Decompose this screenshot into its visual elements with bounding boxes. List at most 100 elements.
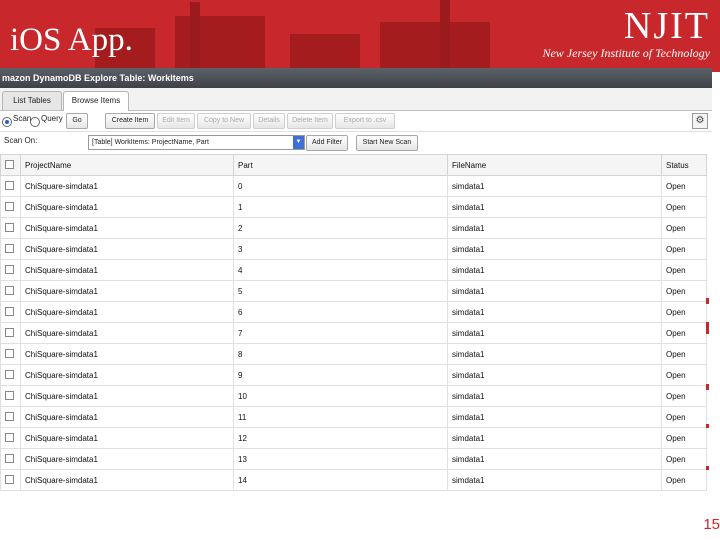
- edge-mark: [706, 322, 709, 334]
- cell-status: Open: [661, 217, 707, 239]
- cell-part: 10: [233, 385, 448, 407]
- scan-radio[interactable]: [2, 117, 12, 127]
- checkbox-icon: [5, 432, 14, 442]
- details-button[interactable]: Details: [253, 113, 285, 129]
- cell-filename: simdata1: [447, 343, 662, 365]
- go-button[interactable]: Go: [66, 113, 88, 129]
- cell-projectname: ChiSquare-simdata1: [20, 217, 234, 239]
- edit-item-button[interactable]: Edit Item: [157, 113, 195, 129]
- cell-projectname: ChiSquare-simdata1: [20, 280, 234, 302]
- row-select-checkbox[interactable]: [0, 217, 21, 239]
- cell-projectname: ChiSquare-simdata1: [20, 322, 234, 344]
- table-row[interactable]: ChiSquare-simdata1 11 simdata1 Open: [0, 406, 707, 428]
- cell-projectname: ChiSquare-simdata1: [20, 343, 234, 365]
- copy-to-new-button[interactable]: Copy to New: [197, 113, 251, 129]
- cell-status: Open: [661, 301, 707, 323]
- cell-filename: simdata1: [447, 427, 662, 449]
- cell-filename: simdata1: [447, 469, 662, 491]
- scan-on-row: Scan On: [Table] WorkItems: ProjectName,…: [0, 132, 712, 154]
- start-new-scan-button[interactable]: Start New Scan: [356, 135, 418, 151]
- create-item-button[interactable]: Create Item: [105, 113, 155, 129]
- checkbox-icon: [5, 159, 14, 169]
- row-select-checkbox[interactable]: [0, 385, 21, 407]
- row-select-checkbox[interactable]: [0, 301, 21, 323]
- checkbox-icon: [5, 390, 14, 400]
- tab-browse-items[interactable]: Browse Items: [63, 91, 129, 111]
- row-select-checkbox[interactable]: [0, 175, 21, 197]
- table-body: ChiSquare-simdata1 0 simdata1 Open ChiSquare…: [0, 175, 707, 491]
- row-select-checkbox[interactable]: [0, 259, 21, 281]
- cell-status: Open: [661, 196, 707, 218]
- cell-status: Open: [661, 469, 707, 491]
- campus-tower: [190, 2, 200, 72]
- campus-building: [175, 16, 265, 72]
- cell-filename: simdata1: [447, 175, 662, 197]
- column-header-status[interactable]: Status: [661, 154, 707, 176]
- cell-part: 14: [233, 469, 448, 491]
- row-select-checkbox[interactable]: [0, 343, 21, 365]
- checkbox-icon: [5, 222, 14, 232]
- table-row[interactable]: ChiSquare-simdata1 12 simdata1 Open: [0, 427, 707, 449]
- cell-filename: simdata1: [447, 238, 662, 260]
- row-select-checkbox[interactable]: [0, 238, 21, 260]
- row-select-checkbox[interactable]: [0, 196, 21, 218]
- table-row[interactable]: ChiSquare-simdata1 1 simdata1 Open: [0, 196, 707, 218]
- row-select-checkbox[interactable]: [0, 322, 21, 344]
- cell-filename: simdata1: [447, 385, 662, 407]
- row-select-checkbox[interactable]: [0, 427, 21, 449]
- scan-on-select[interactable]: [Table] WorkItems: ProjectName, Part ▼: [88, 135, 305, 150]
- cell-filename: simdata1: [447, 280, 662, 302]
- row-select-checkbox[interactable]: [0, 280, 21, 302]
- table-row[interactable]: ChiSquare-simdata1 4 simdata1 Open: [0, 259, 707, 281]
- table-row[interactable]: ChiSquare-simdata1 10 simdata1 Open: [0, 385, 707, 407]
- row-select-checkbox[interactable]: [0, 469, 21, 491]
- dynamodb-explorer: mazon DynamoDB Explore Table: WorkItems …: [0, 68, 712, 493]
- query-radio[interactable]: [30, 117, 40, 127]
- cell-projectname: ChiSquare-simdata1: [20, 301, 234, 323]
- table-row[interactable]: ChiSquare-simdata1 13 simdata1 Open: [0, 448, 707, 470]
- cell-filename: simdata1: [447, 259, 662, 281]
- scan-on-value: [Table] WorkItems: ProjectName, Part: [92, 139, 209, 146]
- items-table: ProjectName Part FileName Status ChiSqua…: [0, 154, 707, 491]
- delete-item-button[interactable]: Delete Item: [287, 113, 333, 129]
- table-row[interactable]: ChiSquare-simdata1 3 simdata1 Open: [0, 238, 707, 260]
- cell-projectname: ChiSquare-simdata1: [20, 259, 234, 281]
- select-all-checkbox[interactable]: [0, 154, 21, 176]
- table-row[interactable]: ChiSquare-simdata1 7 simdata1 Open: [0, 322, 707, 344]
- table-row[interactable]: ChiSquare-simdata1 8 simdata1 Open: [0, 343, 707, 365]
- cell-part: 7: [233, 322, 448, 344]
- cell-status: Open: [661, 427, 707, 449]
- settings-icon[interactable]: ⚙: [692, 113, 708, 129]
- cell-projectname: ChiSquare-simdata1: [20, 448, 234, 470]
- cell-part: 0: [233, 175, 448, 197]
- cell-status: Open: [661, 280, 707, 302]
- table-row[interactable]: ChiSquare-simdata1 2 simdata1 Open: [0, 217, 707, 239]
- cell-status: Open: [661, 175, 707, 197]
- row-select-checkbox[interactable]: [0, 406, 21, 428]
- row-select-checkbox[interactable]: [0, 448, 21, 470]
- table-row[interactable]: ChiSquare-simdata1 5 simdata1 Open: [0, 280, 707, 302]
- cell-status: Open: [661, 406, 707, 428]
- column-header-filename[interactable]: FileName: [447, 154, 662, 176]
- add-filter-button[interactable]: Add Filter: [306, 135, 348, 151]
- column-header-part[interactable]: Part: [233, 154, 448, 176]
- window-title: mazon DynamoDB Explore Table: WorkItems: [0, 68, 712, 88]
- campus-building: [380, 22, 490, 72]
- tab-list-tables[interactable]: List Tables: [2, 91, 62, 110]
- edge-mark: [706, 424, 709, 428]
- column-header-projectname[interactable]: ProjectName: [20, 154, 234, 176]
- cell-filename: simdata1: [447, 301, 662, 323]
- logo-wordmark: NJIT: [623, 5, 710, 47]
- table-row[interactable]: ChiSquare-simdata1 14 simdata1 Open: [0, 469, 707, 491]
- cell-status: Open: [661, 364, 707, 386]
- table-row[interactable]: ChiSquare-simdata1 0 simdata1 Open: [0, 175, 707, 197]
- edge-mark: [706, 298, 709, 304]
- table-row[interactable]: ChiSquare-simdata1 9 simdata1 Open: [0, 364, 707, 386]
- table-row[interactable]: ChiSquare-simdata1 6 simdata1 Open: [0, 301, 707, 323]
- row-select-checkbox[interactable]: [0, 364, 21, 386]
- cell-filename: simdata1: [447, 217, 662, 239]
- cell-filename: simdata1: [447, 196, 662, 218]
- cell-part: 5: [233, 280, 448, 302]
- export-csv-button[interactable]: Export to .csv: [335, 113, 395, 129]
- cell-status: Open: [661, 448, 707, 470]
